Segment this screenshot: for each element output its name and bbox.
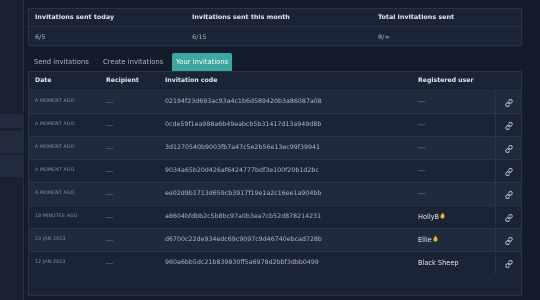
link-icon xyxy=(504,252,513,274)
link-icon xyxy=(504,183,513,205)
copy-link-button[interactable] xyxy=(495,252,521,274)
stat-value: 6/5 xyxy=(35,33,46,41)
invite-recipient: --- xyxy=(106,259,114,267)
invitation-code: 3d1270540b9003fb7a47c5e2b56e13ec99f39941 xyxy=(165,144,321,151)
copy-link-button[interactable] xyxy=(495,91,521,113)
registered-user: --- xyxy=(418,160,425,182)
registered-user: Black Sheep xyxy=(418,252,459,274)
table-row: A MOMENT AGO --- 9034a65b20d426af6424777bd… xyxy=(29,159,521,182)
sidebar-item[interactable] xyxy=(0,155,24,177)
registered-user-name: --- xyxy=(418,167,426,175)
invite-date: A MOMENT AGO xyxy=(35,191,75,196)
invite-recipient: --- xyxy=(106,236,114,244)
registered-user-name: --- xyxy=(418,190,426,198)
invitation-code: 02194f23d693ac93a4c1b6d589420b3a86087a08 xyxy=(165,98,322,105)
registered-user-name: --- xyxy=(418,121,426,129)
registered-user: --- xyxy=(418,183,425,205)
stat-label: Invitations sent today xyxy=(35,13,115,21)
invitation-code: a8604bfdbb2c5b8bc97a0b3ea7cb52d878214231 xyxy=(165,213,322,220)
tab-your-invitations[interactable]: Your invitations xyxy=(172,53,233,71)
link-icon xyxy=(504,114,513,136)
table-row: 23 JAN 2023 --- d6700c22de934edc69c9097c9d… xyxy=(29,228,521,251)
sidebar-item[interactable] xyxy=(0,114,24,128)
table-row: A MOMENT AGO --- 02194f23d693ac93a4c1b6d58… xyxy=(29,90,521,113)
copy-link-button[interactable] xyxy=(495,114,521,136)
registered-user-name: HollyB xyxy=(418,213,440,221)
registered-user: --- xyxy=(418,91,425,113)
invitation-code: 0cde59f1ea988a6b49eabcb5b31417d13a949d8b xyxy=(165,121,322,128)
registered-user-name: --- xyxy=(418,98,426,106)
invite-recipient: --- xyxy=(106,121,114,129)
stat-label: Total invitations sent xyxy=(378,13,455,21)
table-row: A MOMENT AGO --- ee02d9b1713d659cb3917f19e… xyxy=(29,182,521,205)
table-header: Date Recipient Invitation code Registere… xyxy=(29,72,523,90)
registered-user: --- xyxy=(418,137,425,159)
sidebar-item[interactable] xyxy=(0,131,24,153)
registered-user: --- xyxy=(418,114,425,136)
flame-icon xyxy=(440,206,445,228)
link-icon xyxy=(504,137,513,159)
copy-link-button[interactable] xyxy=(495,229,521,251)
invite-recipient: --- xyxy=(106,98,114,106)
flame-icon xyxy=(433,229,438,251)
invite-date: A MOMENT AGO xyxy=(35,145,75,150)
invite-recipient: --- xyxy=(106,144,114,152)
invite-date: A MOMENT AGO xyxy=(35,168,75,173)
table-row: A MOMENT AGO --- 0cde59f1ea988a6b49eabcb5b… xyxy=(29,113,521,136)
header-invitation-code: Invitation code xyxy=(165,77,218,84)
invitations-table: Date Recipient Invitation code Registere… xyxy=(28,71,522,296)
registered-user-name: Black Sheep xyxy=(418,259,459,267)
table-row: 12 JAN 2023 --- 960a6bb5dc21b839830ff5a697… xyxy=(29,251,521,274)
header-date: Date xyxy=(35,77,52,84)
invite-recipient: --- xyxy=(106,213,114,221)
stat-today: Invitations sent today 6/5 xyxy=(29,9,186,47)
stat-value: 6/15 xyxy=(192,33,207,41)
copy-link-button[interactable] xyxy=(495,206,521,228)
invite-date: 12 JAN 2023 xyxy=(35,260,66,265)
header-registered-user: Registered user xyxy=(418,77,474,84)
invite-recipient: --- xyxy=(106,190,114,198)
invitations-page: Invitations sent today 6/5 Invitations s… xyxy=(0,0,540,300)
registered-user-name: Ellie xyxy=(418,236,432,244)
invite-date: A MOMENT AGO xyxy=(35,122,75,127)
sidebar xyxy=(0,0,24,300)
tab-send-invitations[interactable]: Send invitations xyxy=(30,53,93,71)
stat-total: Total invitations sent 8/∞ xyxy=(372,9,522,47)
invitation-code: 960a6bb5dc21b839830ff5a6978d2bbf3dbb0499 xyxy=(165,259,319,266)
invitation-code: d6700c22de934edc69c9097c9d46740ebcad728b xyxy=(165,236,322,243)
registered-user: Ellie xyxy=(418,229,438,251)
invite-date: 18 MINUTES AGO xyxy=(35,214,78,219)
link-icon xyxy=(504,229,513,251)
tab-create-invitations[interactable]: Create invitations xyxy=(99,53,167,71)
invitation-stats: Invitations sent today 6/5 Invitations s… xyxy=(28,8,522,46)
invite-date: A MOMENT AGO xyxy=(35,99,75,104)
link-icon xyxy=(504,160,513,182)
copy-link-button[interactable] xyxy=(495,160,521,182)
header-recipient: Recipient xyxy=(106,77,139,84)
invitation-code: ee02d9b1713d659cb3917f19e1a2c16ee1a904bb xyxy=(165,190,322,197)
invite-recipient: --- xyxy=(106,167,114,175)
link-icon xyxy=(504,91,513,113)
registered-user-name: --- xyxy=(418,144,426,152)
table-row: A MOMENT AGO --- 3d1270540b9003fb7a47c5e2b… xyxy=(29,136,521,159)
stat-value: 8/∞ xyxy=(378,33,390,41)
table-row: 18 MINUTES AGO --- a8604bfdbb2c5b8bc97a0b3… xyxy=(29,205,521,228)
invite-date: 23 JAN 2023 xyxy=(35,237,66,242)
stat-label: Invitations sent this month xyxy=(192,13,290,21)
link-icon xyxy=(504,206,513,228)
stat-month: Invitations sent this month 6/15 xyxy=(186,9,372,47)
registered-user: HollyB xyxy=(418,206,445,228)
copy-link-button[interactable] xyxy=(495,137,521,159)
copy-link-button[interactable] xyxy=(495,183,521,205)
invitation-code: 9034a65b20d426af6424777bdf3e100f20b1d2bc xyxy=(165,167,319,174)
